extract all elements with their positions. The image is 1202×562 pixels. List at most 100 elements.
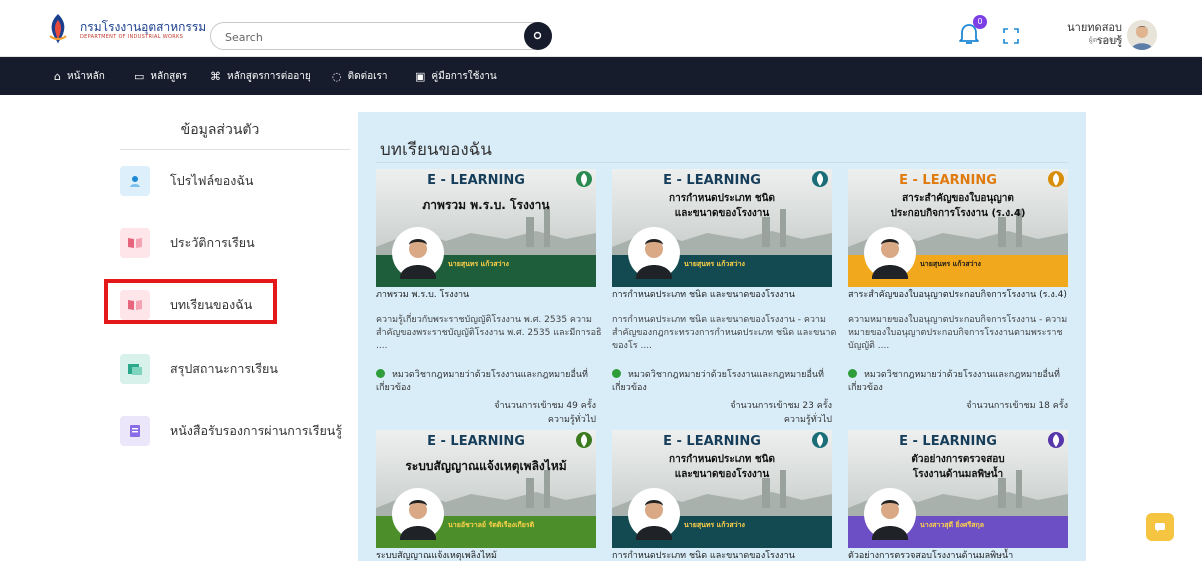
lesson-thumbnail[interactable]: E - LEARNING สาระสำคัญของใบอนุญาตประกอบกิ… (848, 169, 1068, 287)
nav-item-label: คู่มือการใช้งาน (431, 70, 497, 82)
lesson-title[interactable]: การกำหนดประเภท ชนิด และขนาดของโรงงาน (612, 289, 842, 301)
nav-item-manual[interactable]: ▣ คู่มือการใช้งาน (415, 57, 497, 95)
lesson-title[interactable]: การกำหนดประเภท ชนิด และขนาดของโรงงาน (612, 550, 842, 562)
sidebar-item-label: ประวัติการเรียน (170, 235, 255, 250)
instructor-name: นายสุนทร แก้วสว่าง (920, 260, 981, 268)
header: กรมโรงงานอุตสาหกรรม DEPARTMENT OF INDUST… (0, 0, 1202, 57)
lesson-view-count: จำนวนการเข้าชม 49 ครั้ง (494, 401, 596, 411)
banner-subtitle-line2: และขนาดของโรงงาน (674, 208, 770, 219)
sidebar-title: ข้อมูลส่วนตัว (180, 122, 260, 138)
lesson-category: หมวดวิชากฎหมายว่าด้วยโรงงานและกฎหมายอื่น… (612, 369, 842, 395)
book-icon: ▭ (134, 69, 145, 83)
search-button[interactable] (524, 22, 552, 50)
avatar[interactable] (1127, 20, 1157, 50)
fullscreen-icon[interactable] (1003, 28, 1019, 44)
nav-item-label: หน้าหลัก (66, 70, 105, 82)
selection-highlight (104, 279, 277, 324)
logo-text-english: DEPARTMENT OF INDUSTRIAL WORKS (80, 34, 184, 40)
nav-item-label: หลักสูตรการต่ออายุ (227, 70, 311, 82)
search-icon (533, 31, 542, 40)
banner-title: E - LEARNING (899, 173, 997, 188)
sidebar: ข้อมูลส่วนตัว โปรไฟล์ของฉัน ประวัติการเร… (90, 95, 358, 561)
my-lessons-panel: บทเรียนของฉัน E - LEARNING ภาพรวม พ.ร.บ. … (358, 112, 1086, 561)
lesson-thumbnail[interactable]: E - LEARNING ระบบสัญญาณแจ้งเหตุเพลิงไหม้น… (376, 430, 596, 548)
avatar-image (1127, 20, 1157, 50)
banner-title: E - LEARNING (427, 434, 525, 449)
search-input[interactable] (225, 27, 515, 47)
summary-icon (120, 354, 150, 384)
chat-icon: ◌ (332, 69, 342, 83)
lesson-thumbnail[interactable]: E - LEARNING การกำหนดประเภท ชนิดและขนาดขอ… (612, 430, 832, 548)
lesson-title[interactable]: ตัวอย่างการตรวจสอบโรงงานด้านมลพิษน้ำ (848, 550, 1078, 562)
banner-title: E - LEARNING (663, 173, 761, 188)
category-dot-icon (376, 369, 385, 378)
banner-subtitle: ระบบสัญญาณแจ้งเหตุเพลิงไหม้ (405, 459, 567, 473)
nav-item-home[interactable]: ⌂ หน้าหลัก (54, 57, 105, 95)
sidebar-item-label: โปรไฟล์ของฉัน (170, 173, 254, 188)
lesson-level: ความรู้ทั่วไป (783, 415, 832, 425)
category-dot-icon (848, 369, 857, 378)
nav-item-renewal-courses[interactable]: ⌘ หลักสูตรการต่ออายุ (210, 57, 311, 95)
nav-item-contact[interactable]: ◌ ติดต่อเรา (332, 57, 388, 95)
sidebar-item-certificate[interactable]: หนังสือรับรองการผ่านการเรียนรู้ (120, 411, 390, 451)
user-icon (120, 166, 150, 196)
instructor-name: นายสุนทร แก้วสว่าง (684, 260, 745, 268)
banner-subtitle: สาระสำคัญของใบอนุญาต (902, 193, 1014, 204)
banner-subtitle: ตัวอย่างการตรวจสอบ (911, 454, 1005, 465)
lesson-title[interactable]: สาระสำคัญของใบอนุญาตประกอบกิจการโรงงาน (… (848, 289, 1078, 301)
instructor-name: นางสาวสุดี ยิ่งศรีสกุล (920, 521, 985, 529)
nav-item-label: หลักสูตร (150, 70, 188, 82)
banner-subtitle-line2: และขนาดของโรงงาน (674, 469, 770, 480)
logo-text: กรมโรงงานอุตสาหกรรม DEPARTMENT OF INDUST… (80, 20, 206, 41)
lesson-title[interactable]: ภาพรวม พ.ร.บ. โรงงาน (376, 289, 606, 301)
nav-item-label: ติดต่อเรา (347, 70, 388, 82)
user-role: ผู้ตรวจสอบ (1088, 36, 1122, 44)
lesson-description: การกำหนดประเภท ชนิด และขนาดของโรงงาน - ค… (612, 315, 837, 351)
lesson-category-label: หมวดวิชากฎหมายว่าด้วยโรงงานและกฎหมายอื่น… (612, 370, 824, 393)
lesson-description: ความรู้เกี่ยวกับพระราชบัญญัติโรงงาน พ.ศ.… (376, 315, 602, 351)
nav-item-courses[interactable]: ▭ หลักสูตร (134, 57, 187, 95)
sidebar-item-profile[interactable]: โปรไฟล์ของฉัน (120, 161, 360, 201)
sidebar-item-history[interactable]: ประวัติการเรียน (120, 223, 360, 263)
banner-subtitle: การกำหนดประเภท ชนิด (669, 193, 775, 204)
lesson-level: ความรู้ทั่วไป (547, 415, 596, 425)
banner-subtitle-line2: โรงงานด้านมลพิษน้ำ (912, 469, 1004, 480)
sidebar-item-learning-summary[interactable]: สรุปสถานะการเรียน (120, 349, 360, 389)
lesson-category-label: หมวดวิชากฎหมายว่าด้วยโรงงานและกฎหมายอื่น… (376, 370, 588, 393)
help-button[interactable] (1146, 513, 1174, 541)
banner-title: E - LEARNING (899, 434, 997, 449)
lesson-thumbnail[interactable]: E - LEARNING ภาพรวม พ.ร.บ. โรงงาน นายสุนทร… (376, 169, 596, 287)
instructor-name: นายสุนทร แก้วสว่าง (684, 521, 745, 529)
logo-text-thai: กรมโรงงานอุตสาหกรรม (80, 20, 207, 34)
banner-subtitle: การกำหนดประเภท ชนิด (669, 454, 775, 465)
lesson-view-count: จำนวนการเข้าชม 23 ครั้ง (730, 401, 832, 411)
home-icon: ⌂ (54, 69, 61, 83)
certificate-icon (120, 416, 150, 446)
command-icon: ⌘ (210, 69, 221, 83)
lesson-thumbnail[interactable]: E - LEARNING การกำหนดประเภท ชนิดและขนาดขอ… (612, 169, 832, 287)
search-bar (210, 22, 552, 50)
banner-title: E - LEARNING (427, 173, 525, 188)
banner-title: E - LEARNING (663, 434, 761, 449)
page-title: บทเรียนของฉัน (380, 140, 492, 160)
lesson-category: หมวดวิชากฎหมายว่าด้วยโรงงานและกฎหมายอื่น… (848, 369, 1078, 395)
chat-bubble-icon (1155, 523, 1165, 532)
manual-icon: ▣ (415, 69, 426, 83)
instructor-name: นายอัชวาลย์ รัตติเรืองเกียรติ (448, 521, 535, 529)
category-dot-icon (612, 369, 621, 378)
lesson-category: หมวดวิชากฎหมายว่าด้วยโรงงานและกฎหมายอื่น… (376, 369, 606, 395)
lesson-view-count: จำนวนการเข้าชม 18 ครั้ง (966, 401, 1068, 411)
history-book-icon (120, 228, 150, 258)
main-nav: ⌂ หน้าหลัก ▭ หลักสูตร ⌘ หลักสูตรการต่ออา… (0, 57, 1202, 95)
department-logo[interactable] (46, 12, 70, 46)
sidebar-divider (120, 149, 350, 150)
notification-badge: 0 (973, 15, 987, 29)
title-divider (376, 162, 1068, 163)
banner-subtitle-line2: ประกอบกิจการโรงงาน (ร.ง.4) (890, 208, 1026, 219)
sidebar-item-label: สรุปสถานะการเรียน (170, 361, 278, 376)
lesson-description: ความหมายของใบอนุญาตประกอบกิจการโรงงาน - … (848, 315, 1068, 351)
instructor-name: นายสุนทร แก้วสว่าง (448, 260, 509, 268)
sidebar-item-label: หนังสือรับรองการผ่านการเรียนรู้ (170, 423, 343, 438)
lesson-thumbnail[interactable]: E - LEARNING ตัวอย่างการตรวจสอบโรงงานด้าน… (848, 430, 1068, 548)
lesson-title[interactable]: ระบบสัญญาณแจ้งเหตุเพลิงไหม้ (376, 550, 606, 562)
